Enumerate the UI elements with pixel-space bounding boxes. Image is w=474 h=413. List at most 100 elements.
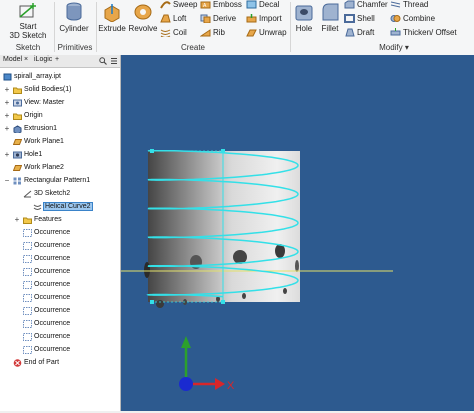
sweep-button[interactable]: Sweep xyxy=(160,0,197,9)
tree-item[interactable]: Work Plane2 xyxy=(0,162,120,174)
tree-item[interactable]: Occurrence xyxy=(0,253,120,265)
tree-item[interactable]: + Solid Bodies(1) xyxy=(0,84,120,96)
derive-icon xyxy=(200,14,211,24)
fillet-button[interactable]: Fillet xyxy=(318,2,342,33)
draft-button[interactable]: Draft xyxy=(344,28,374,37)
tab-model[interactable]: Model xyxy=(3,56,22,63)
folder-icon xyxy=(13,87,22,94)
tree-item[interactable]: − Rectangular Pattern1 xyxy=(0,175,120,187)
tree-item[interactable]: Occurrence xyxy=(0,227,120,239)
tree-item-label: Origin xyxy=(24,112,43,119)
thread-button[interactable]: Thread xyxy=(390,0,428,9)
cylinder-body[interactable] xyxy=(148,151,300,302)
tree-item[interactable]: Occurrence xyxy=(0,266,120,278)
hole xyxy=(242,293,246,299)
x-axis-arrowhead xyxy=(215,378,225,390)
tree-item-label: Work Plane2 xyxy=(24,164,64,171)
grip-point[interactable] xyxy=(150,149,154,153)
tree-item[interactable]: Occurrence xyxy=(0,305,120,317)
menu-icon[interactable] xyxy=(110,57,118,65)
expand-icon[interactable]: + xyxy=(3,98,11,107)
import-label: Import xyxy=(259,14,282,23)
pattern-icon xyxy=(13,177,21,185)
coil-icon xyxy=(160,29,171,38)
occurrence-icon xyxy=(23,268,32,276)
tree-item[interactable]: Work Plane1 xyxy=(0,136,120,148)
extrude-button[interactable]: Extrude xyxy=(98,2,126,33)
expand-icon[interactable]: + xyxy=(13,215,21,224)
derive-label: Derive xyxy=(213,14,237,23)
modify-panel-dropdown[interactable]: Modify ▾ xyxy=(344,43,444,52)
start-label: Start xyxy=(19,22,37,31)
tree-item-label: Rectangular Pattern1 xyxy=(24,177,91,184)
revolve-button[interactable]: Revolve xyxy=(128,2,158,33)
hole-button[interactable]: Hole xyxy=(292,2,316,33)
tree-item[interactable]: Occurrence xyxy=(0,344,120,356)
expand-icon[interactable]: + xyxy=(3,124,11,133)
tree-item[interactable]: + Features xyxy=(0,214,120,226)
tree-item[interactable]: Occurrence xyxy=(0,279,120,291)
sketch-icon xyxy=(23,190,32,198)
tree-item-label: Occurrence xyxy=(34,242,71,249)
decal-icon xyxy=(246,0,257,9)
grip-point[interactable] xyxy=(221,149,225,153)
tree-item[interactable]: Occurrence xyxy=(0,318,120,330)
decal-button[interactable]: Decal xyxy=(246,0,279,9)
cylinder-icon xyxy=(66,2,82,21)
tree-item[interactable]: + View: Master xyxy=(0,97,120,109)
create-panel-label: Create xyxy=(180,43,205,52)
tab-ilogic[interactable]: iLogic xyxy=(34,56,52,63)
rib-button[interactable]: Rib xyxy=(200,28,225,37)
collapse-icon[interactable]: − xyxy=(3,176,11,185)
tree-item[interactable]: + Extrusion1 xyxy=(0,123,120,135)
add-tab-icon[interactable]: + xyxy=(55,56,59,63)
hole xyxy=(295,260,299,272)
coil-button[interactable]: Coil xyxy=(160,28,187,38)
curve-icon xyxy=(33,204,42,210)
grip-point[interactable] xyxy=(150,300,154,304)
y-axis-arrowhead xyxy=(181,336,191,348)
expand-icon[interactable]: + xyxy=(3,150,11,159)
search-icon[interactable] xyxy=(99,57,107,65)
tree-item[interactable]: Occurrence xyxy=(0,331,120,343)
tree-item[interactable]: End of Part xyxy=(0,357,120,369)
fillet-label: Fillet xyxy=(321,24,339,33)
tree-item-label: Work Plane1 xyxy=(24,138,64,145)
end-of-part-icon xyxy=(13,359,22,367)
shell-button[interactable]: Shell xyxy=(344,14,375,24)
chamfer-button[interactable]: Chamfer xyxy=(344,0,388,9)
emboss-button[interactable]: A Emboss xyxy=(200,0,242,9)
extrude-label: Extrude xyxy=(98,24,126,33)
unwrap-icon xyxy=(246,29,257,37)
hole xyxy=(233,250,247,264)
tree-item[interactable]: Helical Curve2 xyxy=(0,201,120,213)
tree-item[interactable]: Occurrence xyxy=(0,292,120,304)
coil-label: Coil xyxy=(173,28,187,37)
derive-button[interactable]: Derive xyxy=(200,14,237,24)
combine-icon xyxy=(390,15,401,23)
tree-item[interactable]: spirall_array.ipt xyxy=(0,71,120,83)
thicken-offset-button[interactable]: Thicken/ Offset xyxy=(390,28,457,37)
tree-item[interactable]: + Hole1 xyxy=(0,149,120,161)
graphics-viewport[interactable]: X xyxy=(121,55,474,411)
draft-label: Draft xyxy=(357,28,375,37)
x-axis-label: X xyxy=(227,380,235,392)
import-button[interactable]: Import xyxy=(246,14,282,23)
occurrence-icon xyxy=(23,307,32,315)
unwrap-button[interactable]: Unwrap xyxy=(246,28,287,37)
cylinder-button[interactable]: Cylinder xyxy=(58,2,90,33)
panel-divider xyxy=(96,2,97,52)
close-tab-icon[interactable]: × xyxy=(24,56,28,63)
grip-point[interactable] xyxy=(221,300,225,304)
tree-item[interactable]: 3D Sketch2 xyxy=(0,188,120,200)
part-icon xyxy=(3,73,12,81)
model-canvas[interactable]: X xyxy=(121,55,474,411)
tree-item[interactable]: + Origin xyxy=(0,110,120,122)
start-3d-sketch-button[interactable]: Start 3D Sketch xyxy=(6,2,50,40)
expand-icon[interactable]: + xyxy=(3,111,11,120)
tree-item[interactable]: Occurrence xyxy=(0,240,120,252)
view-triad[interactable]: X xyxy=(179,336,235,392)
loft-button[interactable]: Loft xyxy=(160,14,186,23)
expand-icon[interactable]: + xyxy=(3,85,11,94)
combine-button[interactable]: Combine xyxy=(390,14,435,23)
